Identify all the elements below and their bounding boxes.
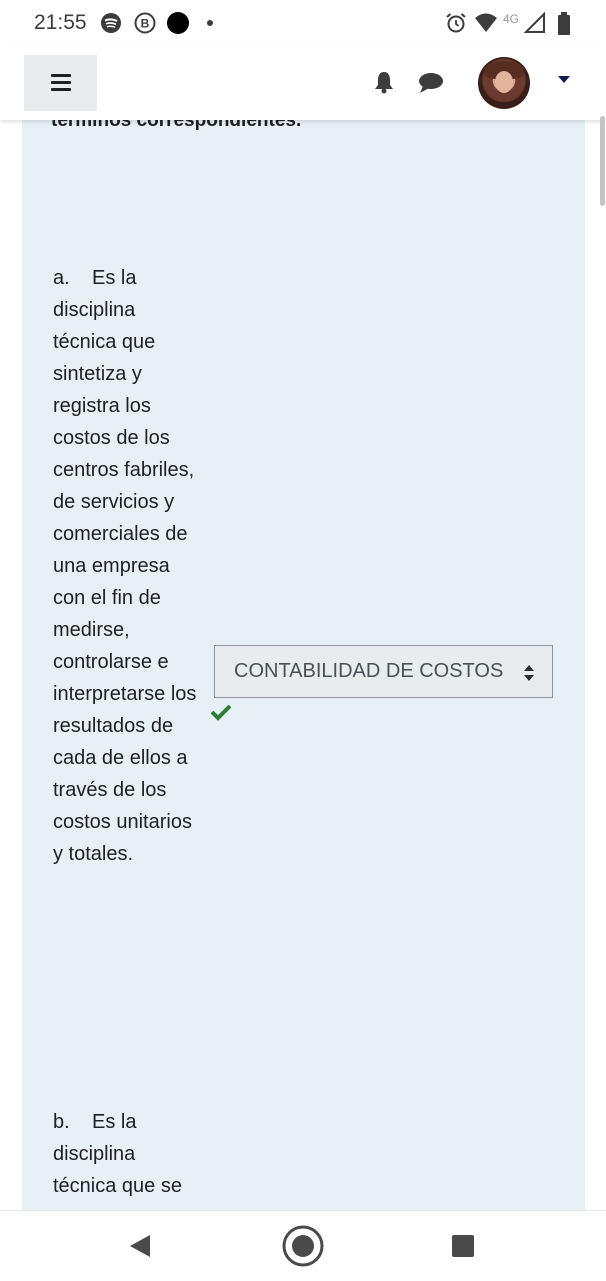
alarm-icon — [446, 13, 466, 33]
signal-icon — [524, 12, 545, 33]
recents-icon[interactable] — [451, 1234, 475, 1258]
caret-down-icon[interactable] — [558, 76, 570, 84]
b-icon: B — [134, 12, 156, 34]
system-nav-bar — [0, 1210, 606, 1281]
wifi-icon — [475, 13, 497, 32]
record-dot-icon — [167, 12, 189, 34]
top-navbar — [0, 46, 606, 120]
item-text: Es la disciplina técnica que sintetiza y… — [53, 267, 197, 865]
chat-bubble-icon[interactable] — [418, 72, 444, 94]
main-content: términos correspondientes. a. Es la disci… — [0, 120, 606, 1210]
hamburger-menu-button[interactable] — [24, 55, 97, 111]
status-time: 21:55 — [34, 11, 87, 34]
network-type-label: 4G — [503, 12, 520, 26]
spotify-icon — [101, 13, 121, 33]
bell-icon[interactable] — [373, 70, 395, 94]
scrollbar[interactable] — [600, 116, 605, 206]
dot-icon — [207, 20, 213, 26]
select-arrows-icon — [524, 665, 534, 681]
selected-answer: CONTABILIDAD DE COSTOS — [234, 660, 504, 682]
item-label: b. — [53, 1111, 70, 1133]
question-item-b: b. Es la disciplina técnica que se — [53, 1106, 203, 1202]
back-icon[interactable] — [128, 1233, 152, 1259]
battery-icon — [558, 12, 570, 35]
status-bar: 21:55 B 4G — [0, 0, 606, 46]
answer-select[interactable]: CONTABILIDAD DE COSTOS — [214, 645, 553, 698]
question-prompt: términos correspondientes. — [51, 120, 302, 131]
item-label: a. — [53, 267, 70, 289]
avatar[interactable] — [478, 57, 530, 109]
question-item-a: a. Es la disciplina técnica que sintetiza… — [53, 262, 203, 870]
correct-check-icon — [210, 704, 232, 721]
svg-text:B: B — [141, 17, 150, 31]
home-icon[interactable] — [281, 1224, 325, 1268]
question-card: términos correspondientes. a. Es la disci… — [22, 120, 585, 1210]
